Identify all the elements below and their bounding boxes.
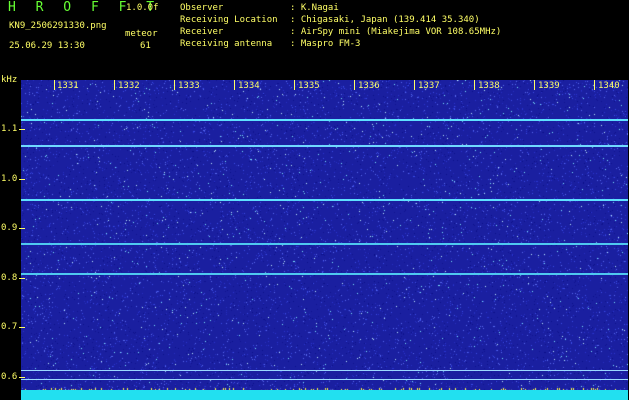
baseline-bar <box>21 390 628 400</box>
antenna-value: : Maspro FM-3 <box>290 39 361 49</box>
noise-field <box>21 80 628 400</box>
observer-label: Observer <box>180 3 224 13</box>
x-tick-label: 1335 <box>298 81 320 91</box>
spectrogram-plot <box>21 80 628 400</box>
receiver-value: : AirSpy mini (Miakejima VOR 108.65MHz) <box>290 27 502 37</box>
location-value: : Chigasaki, Japan (139.414 35.340) <box>290 15 480 25</box>
x-tick-label: 1332 <box>118 81 140 91</box>
y-tick-label: 0.6 <box>1 372 18 382</box>
x-tick <box>594 80 595 90</box>
y-tick <box>19 179 25 180</box>
x-tick <box>474 80 475 90</box>
y-tick-label: 0.8 <box>1 273 18 283</box>
app-version: 1.0.0f <box>126 3 159 13</box>
signal-line <box>21 119 628 121</box>
x-tick-label: 1337 <box>418 81 440 91</box>
meteor-label: meteor <box>125 29 158 39</box>
y-axis-unit: kHz <box>1 75 18 85</box>
meteor-count: 61 <box>140 41 151 51</box>
x-tick <box>234 80 235 90</box>
receiver-label: Receiver <box>180 27 224 37</box>
x-tick <box>414 80 415 90</box>
signal-line <box>21 145 628 147</box>
x-tick <box>54 80 55 90</box>
signal-line <box>21 379 628 380</box>
y-tick-label: 1.0 <box>1 174 18 184</box>
y-tick-label: 0.7 <box>1 322 18 332</box>
x-tick <box>354 80 355 90</box>
x-tick-label: 1336 <box>358 81 380 91</box>
x-tick-label: 1338 <box>478 81 500 91</box>
x-tick-label: 1334 <box>238 81 260 91</box>
x-tick-label: 1331 <box>57 81 79 91</box>
y-tick <box>19 327 25 328</box>
header-panel: H R O F F T 1.0.0f KN9_2506291330.png 25… <box>0 0 629 76</box>
y-tick <box>19 228 25 229</box>
x-tick <box>294 80 295 90</box>
x-tick <box>174 80 175 90</box>
y-tick-label: 0.9 <box>1 223 18 233</box>
x-tick-label: 1333 <box>178 81 200 91</box>
signal-line <box>21 273 628 275</box>
y-tick <box>19 278 25 279</box>
x-tick-label: 1339 <box>538 81 560 91</box>
observer-value: : K.Nagai <box>290 3 339 13</box>
x-tick-label: 1340 <box>598 81 620 91</box>
signal-line <box>21 243 628 245</box>
x-tick <box>114 80 115 90</box>
signal-line <box>21 370 628 371</box>
file-name: KN9_2506291330.png <box>9 21 107 31</box>
signal-line <box>21 199 628 201</box>
y-tick-label: 1.1 <box>1 124 18 134</box>
location-label: Receiving Location <box>180 15 278 25</box>
antenna-label: Receiving antenna <box>180 39 273 49</box>
y-tick <box>19 129 25 130</box>
datetime: 25.06.29 13:30 <box>9 41 85 51</box>
x-tick <box>534 80 535 90</box>
y-tick <box>19 377 25 378</box>
